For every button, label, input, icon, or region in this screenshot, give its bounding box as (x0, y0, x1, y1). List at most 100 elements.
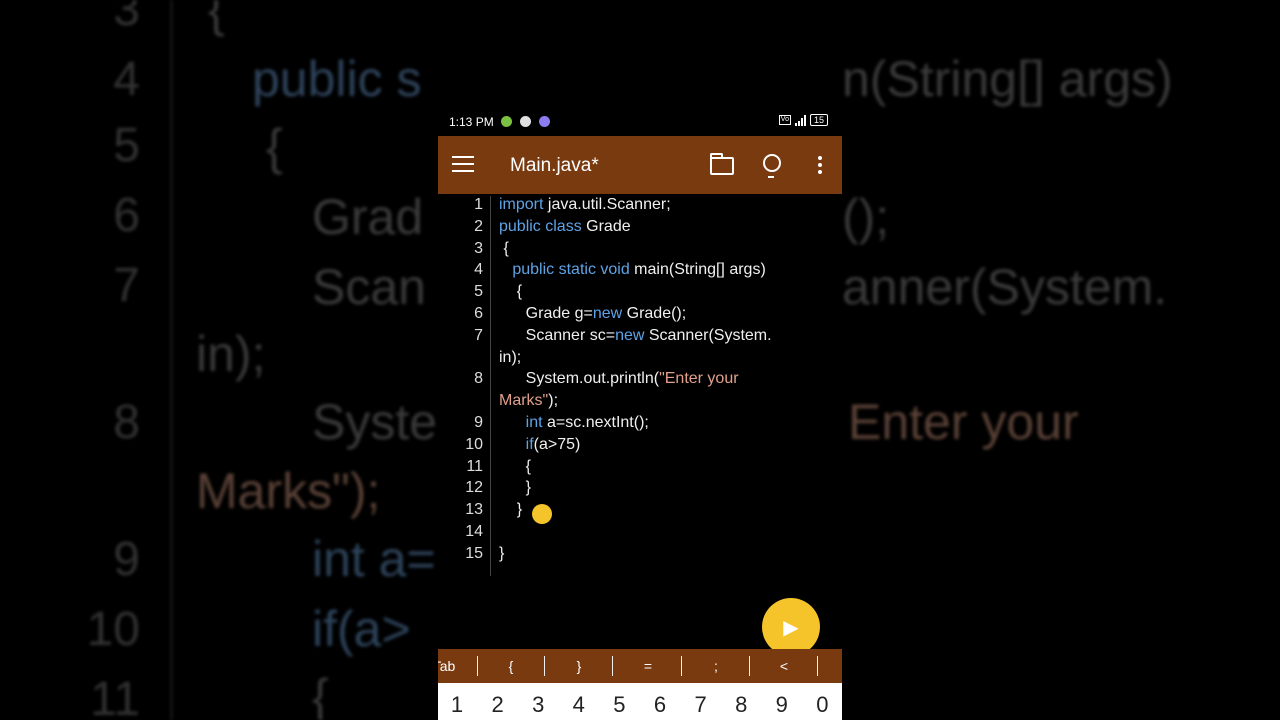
symbol-separator (681, 656, 682, 676)
keyword-token: new (615, 326, 645, 344)
code-line[interactable]: { (499, 456, 531, 478)
line-number: 5 (474, 283, 483, 301)
code-token: main(String[] args) (629, 261, 766, 279)
symbol-key[interactable]: { (481, 649, 541, 683)
battery-icon: 15 (809, 114, 828, 126)
code-line[interactable]: } (499, 543, 504, 565)
bg-code: in); (196, 326, 266, 382)
bg-line-number: 11 (90, 673, 140, 720)
code-token: a=sc.nextInt(); (542, 414, 649, 431)
code-line[interactable]: { (499, 281, 522, 303)
code-token: } (499, 501, 523, 519)
symbol-key[interactable]: ; (686, 649, 746, 683)
number-key[interactable]: 0 (810, 692, 834, 718)
number-key[interactable]: 7 (689, 692, 713, 718)
symbol-key[interactable]: } (549, 649, 609, 683)
bg-code: Grad (312, 189, 424, 245)
bg-code: Marks"); (196, 463, 381, 519)
play-icon: ▶ (783, 616, 799, 639)
code-line[interactable]: int a=sc.nextInt(); (499, 412, 649, 434)
line-number: 10 (465, 435, 483, 453)
string-token: Marks" (499, 392, 549, 410)
number-key[interactable]: 6 (648, 692, 672, 718)
number-key[interactable]: 1 (445, 692, 469, 718)
code-line[interactable]: if(a>75) (499, 434, 581, 456)
phone-screen: 1:13 PM Vo 15 Main.java* 1 import java.ut… (438, 108, 842, 720)
folder-icon[interactable] (710, 153, 734, 175)
keyword-token: if (525, 435, 534, 453)
text-cursor-handle[interactable] (532, 504, 552, 524)
code-line[interactable]: { (499, 238, 509, 260)
code-line[interactable]: public class Grade (499, 216, 631, 238)
line-number (438, 390, 483, 412)
symbol-separator (477, 656, 478, 676)
app-bar: Main.java* (438, 136, 842, 194)
symbol-key[interactable]: < (754, 649, 814, 683)
file-title: Main.java* (510, 155, 599, 176)
number-key[interactable]: 3 (526, 692, 550, 718)
chrome-icon (520, 116, 531, 127)
code-token: { (499, 283, 523, 301)
number-key[interactable]: 9 (770, 692, 794, 718)
symbol-bar: Tab{} =;< (438, 649, 842, 683)
code-token: } (499, 544, 505, 562)
code-line[interactable]: Marks"); (499, 390, 558, 412)
signal-icon (794, 114, 806, 126)
number-key[interactable]: 5 (607, 692, 631, 718)
number-key[interactable]: 4 (567, 692, 591, 718)
symbol-separator (544, 656, 545, 676)
line-number: 11 (466, 457, 483, 475)
app-notification-icon (539, 116, 550, 127)
more-vert-icon[interactable] (818, 156, 822, 177)
number-key[interactable]: 8 (729, 692, 753, 718)
bg-line-number: 8 (113, 396, 140, 449)
gutter-divider (490, 196, 491, 576)
code-line[interactable]: Scanner sc=new Scanner(System. (499, 325, 772, 347)
line-number (438, 347, 483, 369)
bg-code: { (266, 119, 283, 175)
code-line[interactable]: } (499, 477, 531, 499)
code-token: ); (548, 392, 559, 410)
code-line[interactable]: in); (499, 347, 521, 369)
code-line[interactable]: public static void main(String[] args) (499, 259, 766, 281)
code-line[interactable]: System.out.println("Enter your (499, 368, 739, 390)
code-token: { (499, 239, 509, 257)
line-number: 1 (474, 196, 483, 213)
bg-code: anner(System. (842, 259, 1168, 315)
number-row: 1234567890 (438, 683, 842, 720)
keyword-token: import (499, 196, 544, 213)
string-token: "Enter your (659, 370, 739, 388)
symbol-key[interactable]: Tab (438, 649, 474, 683)
bg-code: { (312, 669, 329, 720)
line-number: 12 (465, 479, 483, 497)
bg-code: { (208, 0, 225, 37)
symbol-separator (749, 656, 750, 676)
code-line[interactable]: import java.util.Scanner; (499, 194, 671, 216)
menu-icon[interactable] (452, 156, 474, 177)
bg-code: (); (842, 189, 890, 245)
code-line[interactable]: } (499, 499, 522, 521)
line-number: 8 (474, 370, 483, 388)
bg-code: public s (252, 51, 422, 107)
symbol-separator (612, 656, 613, 676)
code-editor[interactable]: 1 import java.util.Scanner; 2 public class … (438, 194, 842, 644)
bg-code: if(a> (312, 601, 411, 657)
bg-line-number: 3 (113, 0, 140, 36)
bg-line-number: 4 (113, 53, 140, 106)
code-token: Scanner sc= (499, 326, 616, 344)
code-line[interactable]: Grade g=new Grade(); (499, 303, 687, 325)
number-key[interactable]: 2 (486, 692, 510, 718)
status-time: 1:13 PM (449, 115, 494, 129)
symbol-key[interactable]: = (618, 649, 678, 683)
line-number: 15 (465, 544, 483, 562)
keyword-token: public static void (512, 261, 630, 279)
run-button[interactable]: ▶ (762, 598, 820, 656)
line-number: 2 (474, 217, 483, 235)
bg-line-number: 5 (113, 119, 140, 172)
lightbulb-icon[interactable] (763, 154, 781, 178)
symbol-separator (817, 656, 818, 676)
background-gutter-line (170, 0, 173, 720)
line-number: 14 (465, 523, 483, 540)
